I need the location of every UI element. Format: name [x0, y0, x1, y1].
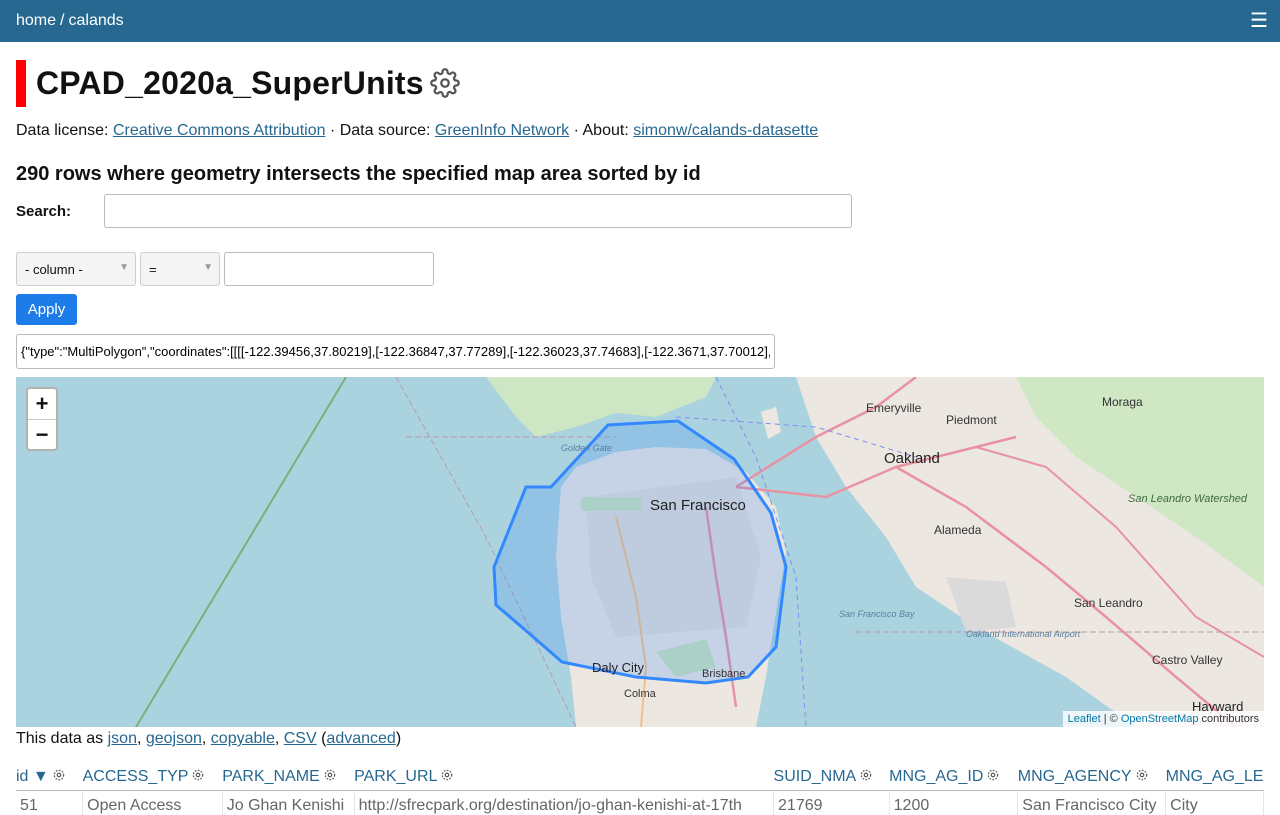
filter-operator-select-value: = — [149, 262, 157, 277]
sort-by-suid-nma-link[interactable]: SUID_NMA — [774, 768, 857, 785]
cell-park-name: Jo Ghan Kenishi — [222, 791, 354, 815]
sort-by-mng-agency-link[interactable]: MNG_AGENCY — [1018, 768, 1132, 785]
map-label-colma: Colma — [624, 688, 657, 700]
row-count-heading: 290 rows where geometry intersects the s… — [16, 163, 1264, 186]
cell-mng-ag-id: 1200 — [889, 791, 1018, 815]
sort-by-id-link[interactable]: id ▼ — [16, 768, 49, 785]
breadcrumb: home/calands — [16, 12, 124, 30]
column-gear-icon[interactable] — [323, 768, 337, 782]
column-gear-icon[interactable] — [1135, 768, 1149, 782]
map-label-golden-gate: Golden Gate — [561, 443, 612, 453]
map-label-brisbane: Brisbane — [702, 668, 745, 680]
metadata-line: Data license: Creative Commons Attributi… — [16, 122, 1264, 140]
breadcrumb-database-link[interactable]: calands — [68, 12, 123, 29]
map-label-emeryville: Emeryville — [866, 401, 922, 415]
search-label: Search: — [16, 203, 104, 220]
geometry-input[interactable] — [16, 334, 775, 369]
results-table: id ▼ ACCESS_TYP PARK_NAME PARK_URL SUID_… — [16, 763, 1264, 815]
column-gear-icon[interactable] — [52, 768, 66, 782]
table-header-row: id ▼ ACCESS_TYP PARK_NAME PARK_URL SUID_… — [16, 763, 1264, 791]
source-link[interactable]: GreenInfo Network — [435, 122, 569, 139]
cell-suid-nma: 21769 — [774, 791, 890, 815]
map[interactable]: Emeryville Piedmont Moraga Oakland Alame… — [16, 377, 1264, 727]
zoom-control: + − — [26, 387, 58, 451]
sort-by-mng-ag-le-link[interactable]: MNG_AG_LE — [1166, 768, 1264, 785]
zoom-out-button[interactable]: − — [28, 419, 56, 449]
column-gear-icon[interactable] — [859, 768, 873, 782]
filter-column-select-value: - column - — [25, 262, 83, 277]
column-header-mng-ag-le: MNG_AG_LE — [1166, 763, 1264, 791]
column-header-mng-agency: MNG_AGENCY — [1018, 763, 1166, 791]
map-label-sf-bay: San Francisco Bay — [839, 609, 915, 619]
map-label-oakland: Oakland — [884, 450, 940, 467]
map-label-san-leandro: San Leandro — [1074, 596, 1143, 610]
column-header-id: id ▼ — [16, 763, 83, 791]
page-title: CPAD_2020a_SuperUnits — [36, 65, 424, 102]
dropdown-arrow-icon: ▼ — [203, 262, 213, 273]
filter-row: - column - ▼ = ▼ — [16, 252, 1264, 286]
map-label-piedmont: Piedmont — [946, 413, 997, 427]
cell-access-typ[interactable]: Open Access — [83, 791, 223, 815]
filter-operator-select[interactable]: = ▼ — [140, 252, 220, 286]
map-label-alameda: Alameda — [934, 523, 982, 537]
search-row: Search: — [16, 194, 1264, 228]
attribution-separator: | © — [1101, 713, 1121, 725]
table-row: 51 Open Access Jo Ghan Kenishi http://sf… — [16, 791, 1264, 815]
map-label-daly-city: Daly City — [592, 660, 645, 675]
filter-value-input[interactable] — [224, 252, 434, 286]
column-gear-icon[interactable] — [440, 768, 454, 782]
column-header-park-name: PARK_NAME — [222, 763, 354, 791]
export-json-link[interactable]: json — [108, 730, 137, 747]
search-input[interactable] — [104, 194, 852, 228]
leaflet-link[interactable]: Leaflet — [1068, 713, 1101, 725]
export-advanced-link[interactable]: advanced — [326, 730, 395, 747]
top-nav-bar: home/calands ☰ — [0, 0, 1280, 42]
column-gear-icon[interactable] — [986, 768, 1000, 782]
license-link[interactable]: Creative Commons Attribution — [113, 122, 326, 139]
cell-id[interactable]: 51 — [16, 791, 83, 815]
export-prefix: This data as — [16, 730, 103, 747]
sort-by-park-name-link[interactable]: PARK_NAME — [222, 768, 320, 785]
hamburger-menu-icon[interactable]: ☰ — [1250, 11, 1268, 31]
map-label-san-francisco: San Francisco — [650, 497, 746, 514]
column-header-suid-nma: SUID_NMA — [774, 763, 890, 791]
license-label: Data license: — [16, 122, 109, 139]
column-gear-icon[interactable] — [191, 768, 205, 782]
dropdown-arrow-icon: ▼ — [119, 262, 129, 273]
map-label-san-leandro-watershed: San Leandro Watershed — [1128, 493, 1248, 505]
about-link[interactable]: simonw/calands-datasette — [633, 122, 818, 139]
map-attribution: Leaflet | © OpenStreetMap contributors — [1063, 711, 1264, 727]
breadcrumb-home-link[interactable]: home — [16, 12, 56, 29]
filter-column-select[interactable]: - column - ▼ — [16, 252, 136, 286]
export-geojson-link[interactable]: geojson — [146, 730, 202, 747]
sort-by-mng-ag-id-link[interactable]: MNG_AG_ID — [889, 768, 983, 785]
column-header-mng-ag-id: MNG_AG_ID — [889, 763, 1018, 791]
breadcrumb-separator: / — [60, 12, 64, 29]
zoom-in-button[interactable]: + — [28, 389, 56, 419]
table-actions-gear-icon[interactable] — [430, 68, 460, 98]
attribution-contributors: contributors — [1198, 713, 1259, 725]
openstreetmap-link[interactable]: OpenStreetMap — [1121, 713, 1199, 725]
export-copyable-link[interactable]: copyable — [211, 730, 275, 747]
export-csv-link[interactable]: CSV — [284, 730, 317, 747]
map-tiles: Emeryville Piedmont Moraga Oakland Alame… — [16, 377, 1264, 727]
apply-button[interactable]: Apply — [16, 294, 77, 325]
export-links: This data as json, geojson, copyable, CS… — [16, 730, 1264, 748]
sort-by-park-url-link[interactable]: PARK_URL — [354, 768, 437, 785]
source-label: · Data source: — [330, 122, 430, 139]
sort-by-access-typ-link[interactable]: ACCESS_TYP — [83, 768, 189, 785]
cell-park-url[interactable]: http://sfrecpark.org/destination/jo-ghan… — [354, 791, 773, 815]
column-header-access-typ: ACCESS_TYP — [83, 763, 223, 791]
page-title-row: CPAD_2020a_SuperUnits — [16, 59, 1264, 107]
map-label-moraga: Moraga — [1102, 395, 1143, 409]
about-label: · About: — [574, 122, 629, 139]
map-label-oakland-airport: Oakland International Airport — [966, 629, 1081, 639]
column-header-park-url: PARK_URL — [354, 763, 773, 791]
cell-mng-agency[interactable]: San Francisco City — [1018, 791, 1166, 815]
map-label-castro-valley: Castro Valley — [1152, 653, 1222, 667]
cell-mng-ag-le[interactable]: City — [1166, 791, 1264, 815]
table-color-bar — [16, 60, 26, 107]
